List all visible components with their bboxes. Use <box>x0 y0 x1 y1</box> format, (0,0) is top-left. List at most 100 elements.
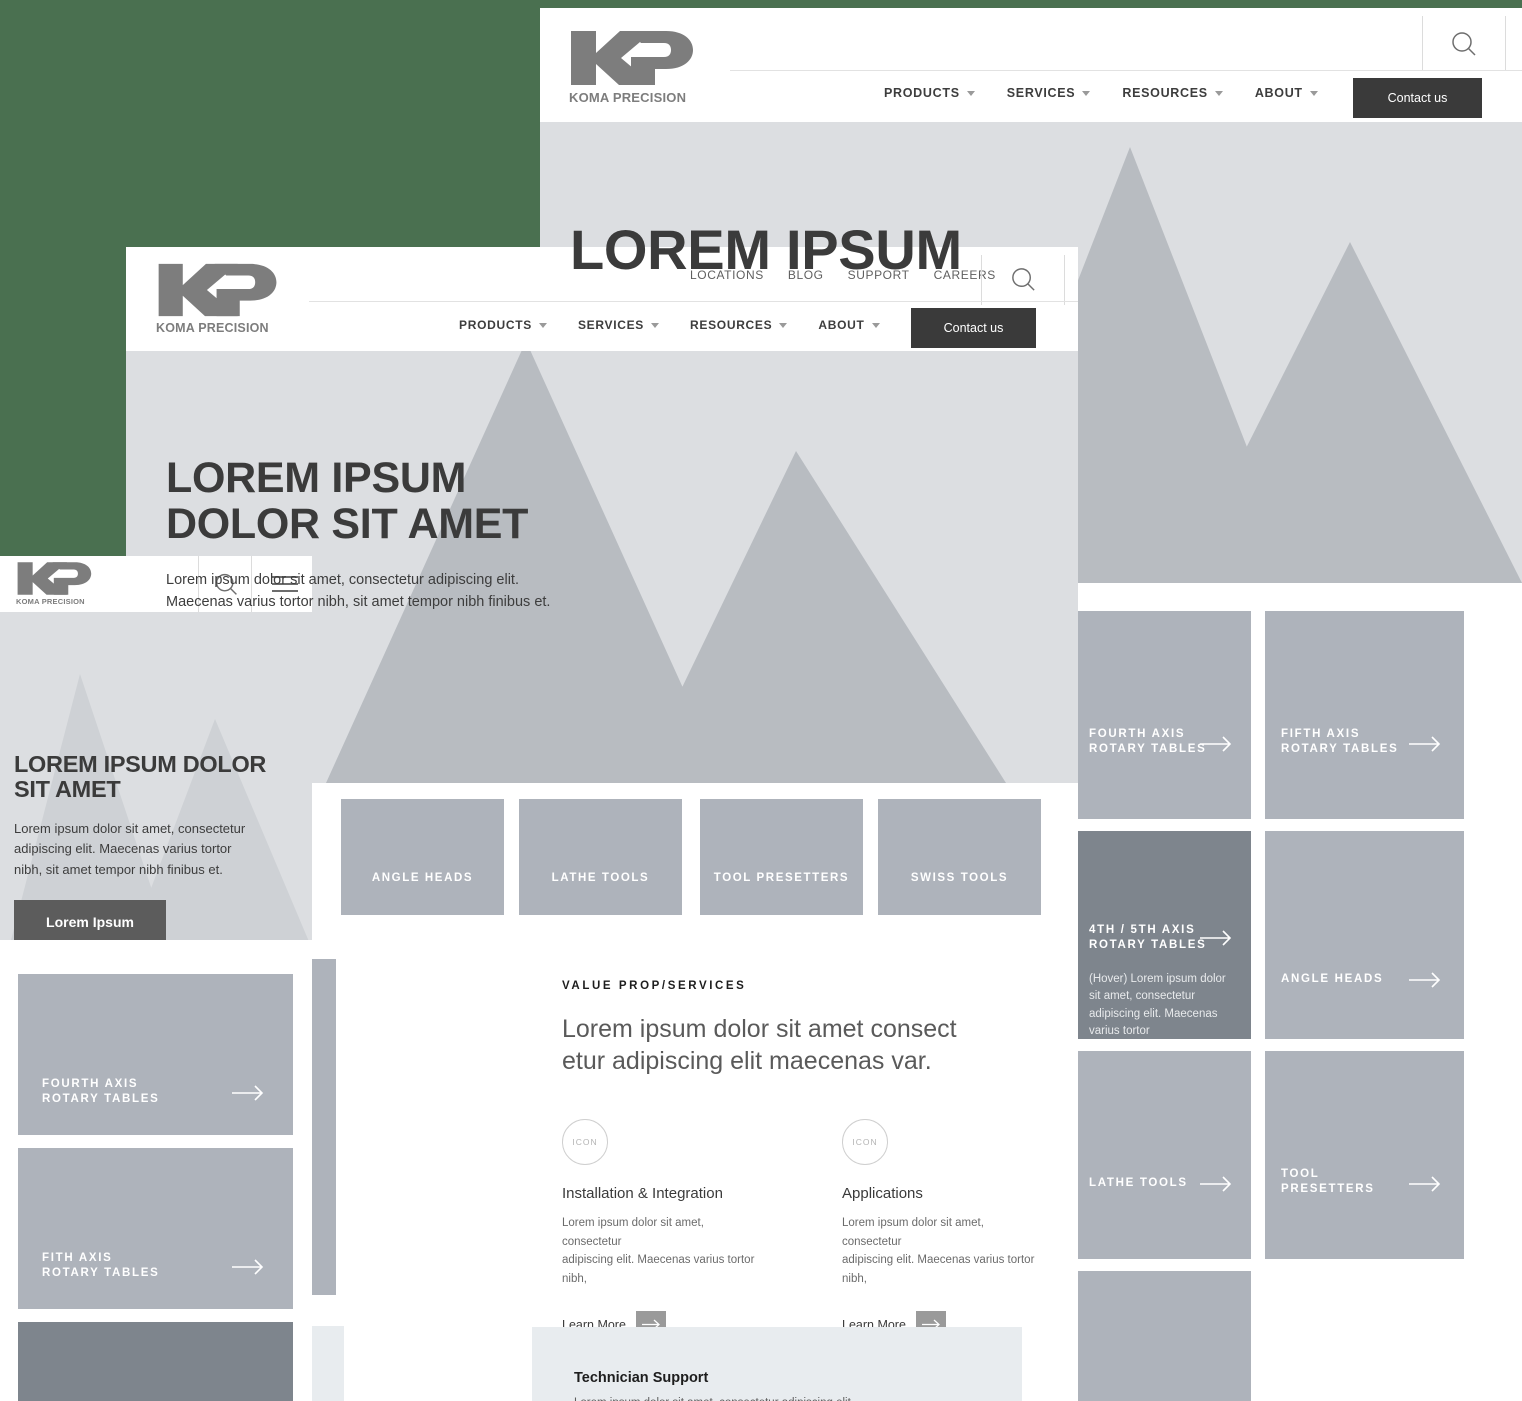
value-prop-section: VALUE PROP/SERVICES Lorem ipsum dolor si… <box>562 980 1042 1339</box>
kp-logo-mark <box>17 562 92 595</box>
mobile-hero-cta-button[interactable]: Lorem Ipsum <box>14 900 166 940</box>
tile-label: FIFTH AXIS ROTARY TABLES <box>1281 727 1399 755</box>
front-main-nav: PRODUCTS SERVICES RESOURCES ABOUT <box>459 318 880 332</box>
front-contact-button[interactable]: Contact us <box>911 308 1036 348</box>
hero-body-line2: Maecenas varius tortor nibh, sit amet te… <box>166 593 551 610</box>
tile-empty[interactable] <box>1075 1271 1251 1401</box>
tile-label: FOURTH AXIS ROTARY TABLES <box>1089 727 1207 755</box>
service-body: Lorem ipsum dolor sit amet, consectetur … <box>562 1214 762 1289</box>
category-card-label: LATHE TOOLS <box>551 872 650 884</box>
nav-about-label: ABOUT <box>1254 86 1303 100</box>
hero-body-line1: Lorem ipsum dolor sit amet, consectetur <box>14 820 246 836</box>
nav-products-label: PRODUCTS <box>459 318 532 332</box>
nav-products[interactable]: PRODUCTS <box>884 86 975 100</box>
nav-products[interactable]: PRODUCTS <box>459 318 547 332</box>
back-contact-button[interactable]: Contact us <box>1353 78 1482 118</box>
logo-wordmark: KOMA PRECISION <box>156 321 269 335</box>
service-body-line1: Lorem ipsum dolor sit amet, consectetur <box>842 1217 984 1248</box>
category-card-lathe-tools[interactable]: LATHE TOOLS <box>519 799 682 915</box>
site-logo[interactable]: KOMA PRECISION <box>156 262 281 335</box>
back-search-divider-right <box>1505 16 1506 70</box>
arrow-right-icon <box>232 1259 264 1275</box>
category-card-label: TOOL PRESETTERS <box>713 872 850 884</box>
arrow-right-icon <box>1409 736 1441 752</box>
value-prop-heading-line1: Lorem ipsum dolor sit amet consect <box>562 1015 957 1043</box>
chevron-down-icon <box>779 322 788 328</box>
mobile-hero-body: Lorem ipsum dolor sit amet, consectetur … <box>14 819 312 881</box>
front-header-rule <box>309 301 1078 302</box>
category-card-swiss-tools[interactable]: SWISS TOOLS <box>878 799 1041 915</box>
service-card-installation: ICON Installation & Integration Lorem ip… <box>562 1119 762 1339</box>
kp-logo-mark <box>158 263 277 317</box>
category-card-tool-presetters[interactable]: TOOL PRESETTERS <box>700 799 863 915</box>
hero-title-line1: LOREM IPSUM DOLOR <box>14 751 267 777</box>
back-search-button[interactable] <box>1433 24 1495 64</box>
arrow-right-icon <box>1409 972 1441 988</box>
tile-label: LATHE TOOLS <box>1089 1176 1188 1189</box>
arrow-right-icon <box>1200 1176 1232 1192</box>
front-hero-body: Lorem ipsum dolor sit amet, consectetur … <box>166 570 1078 614</box>
nav-about[interactable]: ABOUT <box>1255 86 1318 100</box>
mobile-tile-fifth-axis[interactable]: FITH AXIS ROTARY TABLES <box>18 1148 293 1309</box>
chevron-down-icon <box>1309 90 1318 96</box>
logo-wordmark: KOMA PRECISION <box>16 597 85 606</box>
chevron-down-icon <box>871 322 880 328</box>
nav-about-label: ABOUT <box>818 318 865 332</box>
service-icon-placeholder: ICON <box>562 1119 608 1165</box>
chevron-down-icon <box>538 322 547 328</box>
tile-fourth-axis[interactable]: FOURTH AXIS ROTARY TABLES <box>1075 611 1251 819</box>
category-card-angle-heads[interactable]: ANGLE HEADS <box>341 799 504 915</box>
arrow-right-icon <box>232 1085 264 1101</box>
mobile-hero-content: LOREM IPSUM DOLOR SIT AMET Lorem ipsum d… <box>0 612 312 940</box>
services-grid: ICON Installation & Integration Lorem ip… <box>562 1119 1042 1339</box>
kp-logo-mark <box>571 31 693 85</box>
tile-label: 4TH / 5TH AXIS ROTARY TABLES <box>1089 924 1207 952</box>
service-title: Installation & Integration <box>562 1185 723 1202</box>
tile-label: ANGLE HEADS <box>1281 972 1384 985</box>
mockup-stage: KOMA PRECISION LOCATIONS BLOG SUPPORT CA… <box>0 0 1522 1401</box>
chevron-down-icon <box>1214 90 1223 96</box>
tile-label: FOURTH AXIS ROTARY TABLES <box>42 1077 160 1105</box>
tile-4th-5th-axis-hover[interactable]: 4TH / 5TH AXIS ROTARY TABLES (Hover) Lore… <box>1075 831 1251 1039</box>
tile-angle-heads[interactable]: ANGLE HEADS <box>1265 831 1464 1039</box>
nav-products-label: PRODUCTS <box>884 86 960 100</box>
tile-tool-presetters[interactable]: TOOL PRESETTERS <box>1265 1051 1464 1259</box>
site-logo[interactable]: KOMA PRECISION <box>16 561 94 606</box>
chevron-down-icon <box>651 322 660 328</box>
chevron-down-icon <box>1082 90 1091 96</box>
service-body-line1: Lorem ipsum dolor sit amet, consectetur <box>562 1217 704 1248</box>
nav-services[interactable]: SERVICES <box>577 318 660 332</box>
nav-services[interactable]: SERVICES <box>1007 86 1091 100</box>
search-icon <box>1452 32 1476 56</box>
front-hero-title: LOREM IPSUM DOLOR SIT AMET <box>166 455 1078 548</box>
arrow-right-icon <box>1200 930 1232 946</box>
tile-label: TOOL PRESETTERS <box>1281 1167 1375 1195</box>
technician-support-title: Technician Support <box>574 1370 709 1386</box>
tile-lathe-tools[interactable]: LATHE TOOLS <box>1075 1051 1251 1259</box>
mobile-tile-hover[interactable] <box>18 1322 293 1401</box>
back-search-divider-left <box>1422 16 1423 70</box>
nav-services-label: SERVICES <box>1006 86 1076 100</box>
service-icon-placeholder: ICON <box>842 1119 888 1165</box>
hero-body-line1: Lorem ipsum dolor sit amet, consectetur … <box>166 571 519 588</box>
logo-wordmark: KOMA PRECISION <box>569 90 687 105</box>
hero-title-line1: LOREM IPSUM <box>166 454 467 502</box>
value-prop-heading-line2: etur adipiscing elit maecenas var. <box>562 1046 932 1075</box>
mobile-hero: LOREM IPSUM DOLOR SIT AMET Lorem ipsum d… <box>0 612 312 940</box>
back-header: KOMA PRECISION LOCATIONS BLOG SUPPORT CA… <box>540 8 1522 122</box>
nav-services-label: SERVICES <box>577 318 645 332</box>
service-body-line2: adipiscing elit. Maecenas varius tortor … <box>562 1254 755 1285</box>
tile-fifth-axis[interactable]: FIFTH AXIS ROTARY TABLES <box>1265 611 1464 819</box>
mobile-tile-fourth-axis[interactable]: FOURTH AXIS ROTARY TABLES <box>18 974 293 1135</box>
nav-resources-label: RESOURCES <box>1122 86 1208 100</box>
site-logo[interactable]: KOMA PRECISION <box>569 29 697 105</box>
mobile-hero-title: LOREM IPSUM DOLOR SIT AMET <box>14 751 312 803</box>
category-card-label: SWISS TOOLS <box>910 872 1009 884</box>
nav-about[interactable]: ABOUT <box>818 318 880 332</box>
nav-resources[interactable]: RESOURCES <box>1122 86 1223 100</box>
hero-body-line2: adipiscing elit. Maecenas varius tortor <box>14 841 232 857</box>
arrow-right-icon <box>1200 736 1232 752</box>
nav-resources[interactable]: RESOURCES <box>690 318 788 332</box>
hero-body-line3: nibh, sit amet tempor nibh finibus et. <box>14 861 223 877</box>
technician-support-body: Lorem ipsum dolor sit amet, consectetur … <box>574 1397 854 1401</box>
